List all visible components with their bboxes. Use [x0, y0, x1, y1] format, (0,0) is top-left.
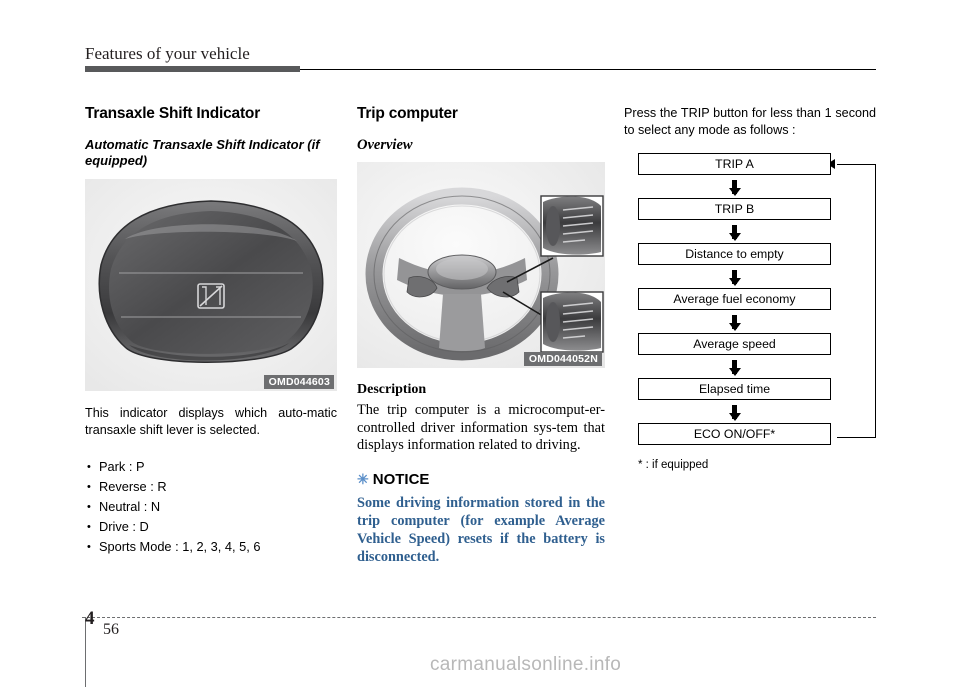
figure-transaxle-indicator: OMD044603 [85, 179, 337, 391]
column-middle: Trip computer Overview OMD044052N Descri… [357, 105, 605, 566]
list-item: Drive : D [85, 517, 337, 537]
notice-label: NOTICE [372, 470, 430, 488]
list-item: Sports Mode : 1, 2, 3, 4, 5, 6 [85, 537, 337, 557]
list-item: Park : P [85, 457, 337, 477]
flow-step-distance-to-empty: Distance to empty [638, 243, 831, 265]
notice-paragraph: Some driving information stored in the t… [357, 494, 605, 565]
flow-return-top-line [837, 164, 876, 165]
flow-step-trip-b: TRIP B [638, 198, 831, 220]
header-rule-thick [85, 66, 300, 72]
flow-arrow-icon [638, 175, 831, 198]
figure-code-badge: OMD044052N [523, 352, 602, 366]
notice-star-icon: ✳ [357, 470, 369, 487]
transaxle-paragraph: This indicator displays which auto-matic… [85, 406, 337, 437]
flow-footnote: * : if equipped [638, 459, 709, 471]
flow-step-elapsed-time: Elapsed time [638, 378, 831, 400]
flow-step-eco-on-off: ECO ON/OFF* [638, 423, 831, 445]
flow-step-average-speed: Average speed [638, 333, 831, 355]
description-heading: Description [357, 382, 427, 397]
header-rule-thin [300, 69, 876, 70]
instrument-cluster-callout-top [540, 195, 604, 257]
subsection-heading-overview: Overview [357, 137, 413, 153]
column-right: Press the TRIP button for less than 1 se… [624, 105, 876, 471]
flow-arrow-icon [638, 265, 831, 288]
notice-heading: ✳ NOTICE [357, 471, 605, 488]
trip-mode-flow-diagram: TRIP A TRIP B Distance to empty Average … [624, 153, 876, 471]
site-watermark: carmanualsonline.info [430, 654, 622, 675]
manual-page: Features of your vehicle Transaxle Shift… [0, 0, 960, 689]
steering-wheel-illustration [357, 162, 605, 368]
figure-code-badge: OMD044603 [263, 375, 334, 389]
flow-step-trip-a: TRIP A [638, 153, 831, 175]
flow-step-average-fuel-economy: Average fuel economy [638, 288, 831, 310]
trip-button-intro: Press the TRIP button for less than 1 se… [624, 106, 876, 137]
footer-divider [82, 617, 876, 618]
flow-return-vertical-line [875, 164, 876, 438]
flow-arrow-icon [638, 400, 831, 423]
figure-steering-wheel: OMD044052N [357, 162, 605, 368]
flow-return-bottom-line [837, 437, 876, 438]
page-number: 56 [103, 621, 119, 638]
section-heading-trip-computer: Trip computer [357, 105, 458, 122]
page-header-title: Features of your vehicle [85, 44, 250, 63]
shift-indicator-illustration [85, 179, 337, 391]
subsection-heading-auto-transaxle: Automatic Transaxle Shift Indicator (if … [85, 137, 320, 168]
chapter-number: 4 [85, 608, 95, 629]
list-item: Neutral : N [85, 497, 337, 517]
description-paragraph: The trip computer is a microcomput-er-co… [357, 402, 605, 453]
flow-arrow-icon [638, 220, 831, 243]
instrument-cluster-callout-bottom [540, 291, 604, 353]
list-item: Reverse : R [85, 477, 337, 497]
column-left: Transaxle Shift Indicator Automatic Tran… [85, 105, 337, 557]
section-heading-transaxle: Transaxle Shift Indicator [85, 105, 261, 122]
shift-position-list: Park : P Reverse : R Neutral : N Drive :… [85, 457, 337, 557]
flow-arrow-icon [638, 355, 831, 378]
flow-arrow-icon [638, 310, 831, 333]
